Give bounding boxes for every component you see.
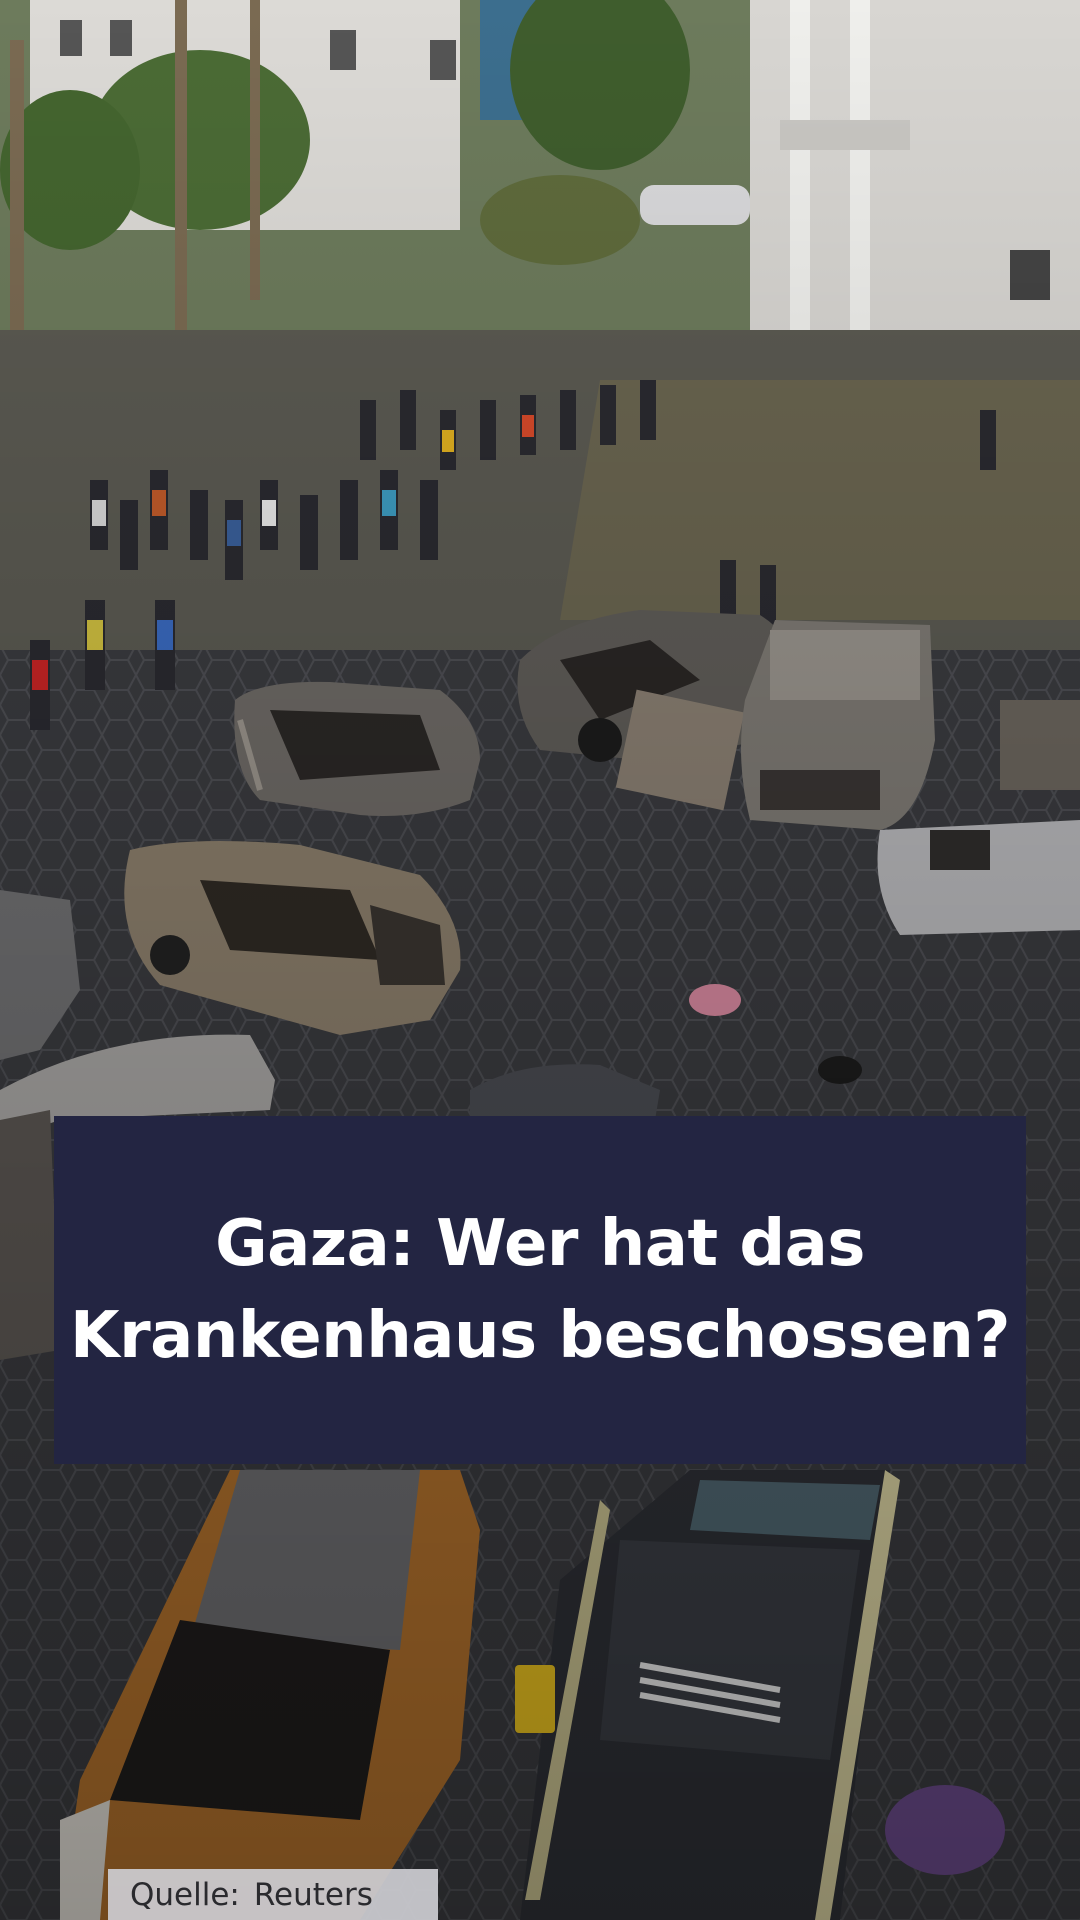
story-frame: Gaza: Wer hat das Krankenhaus beschossen… [0,0,1080,1920]
background-photo [0,0,1080,1920]
source-label: Quelle: [130,1876,240,1913]
source-name: Reuters [253,1876,373,1913]
headline-line-2: Krankenhaus beschossen? [70,1299,1010,1373]
headline-banner: Gaza: Wer hat das Krankenhaus beschossen… [54,1116,1026,1464]
headline-line-1: Gaza: Wer hat das [215,1207,865,1281]
source-credit: Quelle: Reuters [108,1869,438,1920]
